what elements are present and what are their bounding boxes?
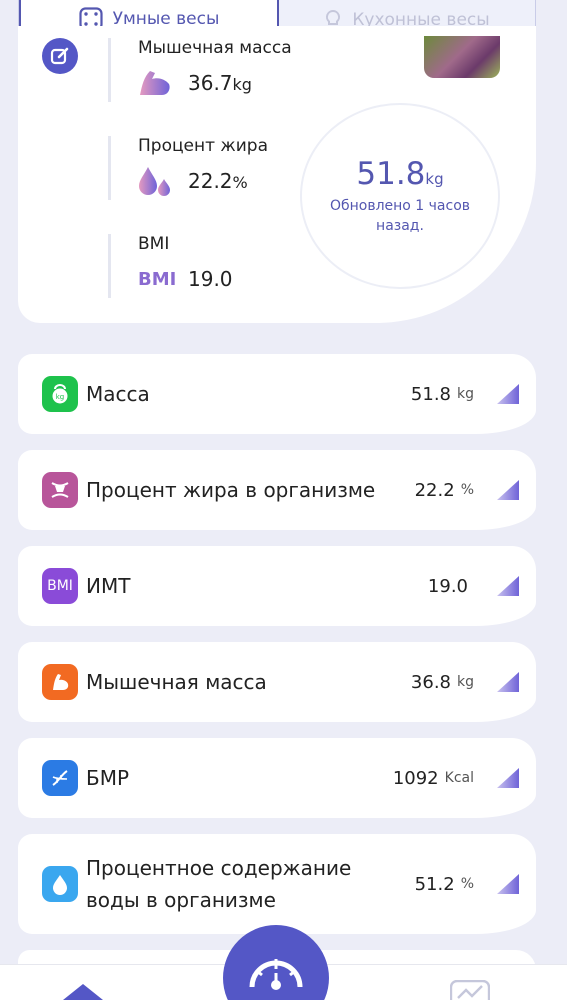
home-nav-button[interactable] bbox=[62, 982, 104, 1000]
summary-fat-value: 22.2 bbox=[188, 169, 233, 193]
measure-button[interactable] bbox=[223, 925, 329, 1000]
body-fat-icon bbox=[42, 472, 78, 508]
metric-name: ИМТ bbox=[86, 574, 131, 598]
metric-card-bmi[interactable]: BMI ИМТ 19.0 bbox=[18, 546, 536, 626]
muscle-arm-icon bbox=[138, 66, 172, 100]
bmi-icon: BMI bbox=[42, 568, 78, 604]
metric-unit: kg bbox=[457, 386, 474, 402]
summary-fat-unit: % bbox=[232, 173, 248, 192]
water-drop-icon bbox=[42, 866, 78, 902]
metric-name: Процентное содержание воды в организме bbox=[86, 856, 352, 912]
edit-icon bbox=[50, 47, 69, 65]
fat-drops-icon bbox=[138, 164, 172, 198]
metric-unit: % bbox=[460, 482, 474, 498]
bmi-text-icon: BMI bbox=[138, 268, 177, 290]
summary-muscle-value: 36.7 bbox=[188, 71, 233, 95]
summary-card: Мышечная масса 36.7kg Процент жира 22.2%… bbox=[18, 26, 536, 323]
corner-triangle-icon bbox=[497, 874, 519, 894]
metric-name: Мышечная масса bbox=[86, 670, 267, 694]
home-icon bbox=[63, 984, 103, 1000]
metric-card-weight[interactable]: kg Масса 51.8 kg bbox=[18, 354, 536, 434]
metric-card-water[interactable]: Процентное содержание воды в организме 5… bbox=[18, 834, 536, 934]
corner-triangle-icon bbox=[497, 768, 519, 788]
metric-value: 51.8 bbox=[410, 383, 451, 405]
metric-value: 22.2 bbox=[414, 479, 455, 501]
metric-card-body-fat[interactable]: Процент жира в организме 22.2 % bbox=[18, 450, 536, 530]
avatar[interactable] bbox=[424, 36, 500, 78]
metric-value: 19.0 bbox=[427, 575, 468, 597]
stats-nav-button[interactable] bbox=[449, 979, 491, 1000]
corner-triangle-icon bbox=[497, 576, 519, 596]
metric-unit: % bbox=[460, 876, 474, 892]
summary-bmi-value: 19.0 bbox=[188, 267, 233, 291]
summary-bmi-label: BMI bbox=[138, 234, 170, 254]
kettlebell-icon: kg bbox=[42, 376, 78, 412]
updated-text: Обновлено 1 часов назад. bbox=[329, 198, 471, 234]
summary-fat: Процент жира 22.2% bbox=[108, 136, 268, 200]
svg-text:kg: kg bbox=[56, 393, 65, 401]
corner-triangle-icon bbox=[497, 480, 519, 500]
gauge-icon bbox=[249, 959, 303, 990]
weight-value: 51.8 bbox=[356, 156, 426, 192]
summary-fat-label: Процент жира bbox=[138, 136, 268, 156]
metric-name: БМР bbox=[86, 766, 130, 790]
summary-bmi: BMI BMI 19.0 bbox=[108, 234, 233, 298]
metric-card-bmr[interactable]: БМР 1092 Kcal bbox=[18, 738, 536, 818]
metric-unit: kg bbox=[457, 674, 474, 690]
weight-unit: kg bbox=[425, 170, 444, 188]
metric-name: Процент жира в организме bbox=[86, 478, 376, 502]
chart-icon bbox=[449, 979, 491, 1000]
metric-card-muscle[interactable]: Мышечная масса 36.8 kg bbox=[18, 642, 536, 722]
edit-button[interactable] bbox=[42, 38, 78, 74]
summary-muscle: Мышечная масса 36.7kg bbox=[108, 38, 292, 102]
metric-value: 51.2 bbox=[414, 873, 455, 895]
dna-icon bbox=[42, 760, 78, 796]
corner-triangle-icon bbox=[497, 672, 519, 692]
muscle-icon bbox=[42, 664, 78, 700]
metric-unit: Kcal bbox=[444, 770, 474, 786]
weight-circle: 51.8kg Обновлено 1 часов назад. bbox=[300, 103, 500, 289]
metric-name: Масса bbox=[86, 382, 150, 406]
metric-value: 36.8 bbox=[410, 671, 451, 693]
summary-muscle-unit: kg bbox=[232, 75, 252, 94]
metric-value: 1092 bbox=[392, 767, 439, 789]
summary-muscle-label: Мышечная масса bbox=[138, 38, 292, 58]
corner-triangle-icon bbox=[497, 384, 519, 404]
